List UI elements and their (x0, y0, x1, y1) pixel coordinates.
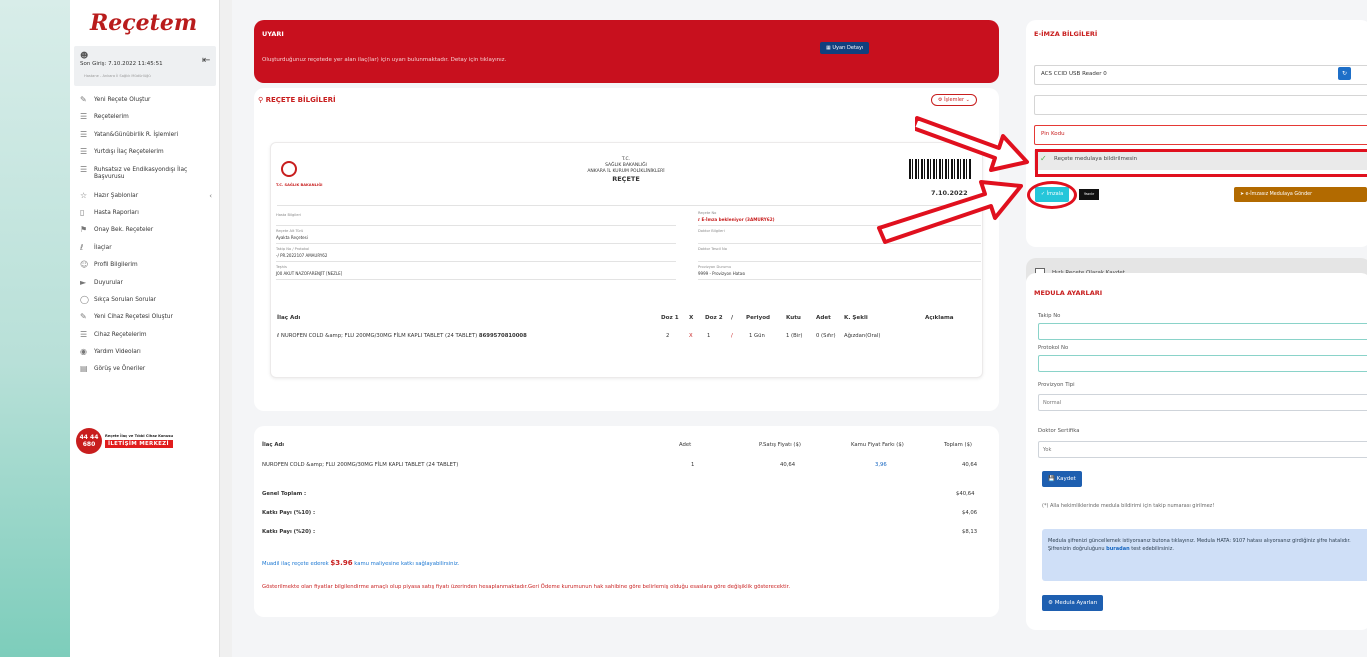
star-icon: ☆ (80, 190, 88, 200)
user-icon: ☻ (80, 51, 89, 60)
sidebar-item-pending[interactable]: ⚑ Onay Bek. Reçeteler (80, 226, 216, 243)
annotation-arrow-1 (915, 116, 1029, 172)
send-without-signature-button[interactable]: ➤ e-İmzasız Medulaya Gönder (1234, 187, 1367, 202)
call-center-logo: 44 44 680 (76, 428, 102, 454)
provizyon-select[interactable]: Normal (1038, 394, 1367, 411)
sidebar-item-unlicensed[interactable]: ☰ Ruhsatsız ve Endikasyondışı İlaç Başvur… (80, 164, 216, 192)
medula-note: (*) Alla hekimliklerinde medula bildirim… (1042, 503, 1215, 509)
sidebar-item-reports[interactable]: ▯ Hasta Raporları (80, 207, 216, 226)
annotation-highlight-box (1035, 149, 1367, 177)
video-icon: ◉ (80, 347, 87, 357)
sidebar-item-feedback[interactable]: ▤ Görüş ve Öneriler (80, 365, 216, 382)
annotation-arrow-2 (877, 180, 1023, 244)
edit-icon: ✎ (80, 312, 87, 322)
medula-settings-button[interactable]: ⚙ Medula Ayarları (1042, 595, 1104, 611)
organization-text: Hastane - Ankara İl Sağlık Müdürlüğü (84, 74, 151, 78)
search-icon: ⚲ (258, 96, 264, 104)
sidebar-item-announcements[interactable]: ► Duyurular (80, 277, 216, 296)
e-signature-title: E-İMZA BİLGİLERİ (1034, 30, 1098, 38)
price-disclaimer: Gösterilmekte olan fiyatlar bilgilendirm… (262, 584, 791, 590)
call-center-badge[interactable]: 44 44 680 Reçete İlaç ve Tıbbi Cihaz Kon… (76, 428, 206, 454)
sidebar-item-prescriptions[interactable]: ☰ Reçetelerim (80, 113, 216, 130)
chat-icon: ▤ (80, 364, 88, 374)
sidebar-item-new-device[interactable]: ✎ Yeni Cihaz Reçetesi Oluştur (80, 313, 216, 330)
login-info: ☻ Son Giriş: 7.10.2022 11:45:51 Hastane … (74, 46, 216, 86)
takip-no-input[interactable] (1038, 323, 1367, 340)
medula-title: MEDULA AYARLARI (1034, 289, 1103, 297)
warning-banner[interactable]: UYARI Oluşturduğunuz reçetede yer alan i… (254, 20, 999, 83)
save-button[interactable]: 💾 Kaydet (1042, 471, 1082, 487)
chevron-left-icon: ‹ (209, 191, 212, 200)
warning-detail-button[interactable]: ▦ Uyarı Detayı (820, 42, 870, 54)
edit-icon: ✎ (80, 95, 87, 104)
print-button[interactable]: Yazdır (1079, 189, 1099, 200)
background-panel (0, 0, 70, 657)
sidebar-item-videos[interactable]: ◉ Yardım Videoları (80, 348, 216, 365)
flag-icon: ⚑ (80, 225, 88, 235)
pin-code-input[interactable]: Pin Kodu (1034, 125, 1367, 145)
sidebar-menu: ✎ Yeni Reçete Oluştur ☰ Reçetelerim ☰ Yatan… (80, 96, 216, 383)
protokol-no-input[interactable] (1038, 355, 1367, 372)
sidebar-item-inpatient[interactable]: ☰ Yatan&Günübirlik R. İşlemleri (80, 129, 216, 148)
last-login-text: Son Giriş: 7.10.2022 11:45:51 (80, 61, 163, 67)
user-icon: ☺ (80, 260, 89, 270)
card-reader-select[interactable]: ACS CCID USB Reader 0 (1034, 65, 1367, 85)
document-icon: ▯ (80, 207, 85, 217)
logout-icon[interactable]: ⇤ (202, 55, 210, 66)
help-icon: ◯ (80, 294, 89, 304)
actions-dropdown[interactable]: ⚙ İşlemler ⌄ (931, 94, 977, 106)
sidebar: Reçetem ☻ Son Giriş: 7.10.2022 11:45:51 … (70, 0, 220, 657)
prescription-card: ⚲ REÇETE BİLGİLERİ ⚙ İşlemler ⌄ T.C. SAĞ… (254, 88, 999, 411)
list-icon: ☰ (80, 329, 88, 339)
test-link[interactable]: buradan (1106, 546, 1130, 552)
medula-settings-card: MEDULA AYARLARI Takip No Protokol No Pro… (1026, 273, 1367, 630)
list-icon: ☰ (80, 112, 88, 122)
sidebar-item-drugs[interactable]: ℓ İlaçlar (80, 242, 216, 261)
certificate-select[interactable] (1034, 95, 1367, 115)
refresh-icon[interactable]: ↻ (1338, 67, 1351, 80)
warning-title: UYARI (262, 30, 284, 38)
divider (220, 0, 232, 657)
annotation-circle (1027, 181, 1077, 209)
medula-info-box: Medula şifrenizi güncellemek istiyorsanı… (1042, 529, 1367, 581)
e-signature-card: E-İMZA BİLGİLERİ ACS CCID USB Reader 0 ↻… (1026, 20, 1367, 247)
ministry-logo (281, 161, 297, 177)
app-logo[interactable]: Reçetem (90, 10, 197, 36)
list-icon: ☰ (80, 147, 88, 157)
sidebar-item-abroad[interactable]: ☰ Yurtdışı İlaç Reçetelerim (80, 148, 216, 165)
sidebar-item-new-prescription[interactable]: ✎ Yeni Reçete Oluştur (80, 96, 216, 113)
generic-drug-note: Muadil ilaç reçete ederek $3.96 kamu mal… (262, 559, 460, 567)
list-icon: ☰ (80, 164, 88, 174)
prescription-title: ⚲ REÇETE BİLGİLERİ (258, 96, 336, 104)
megaphone-icon: ► (80, 277, 87, 287)
drug-name: ℓ NUROFEN COLD &amp; FLU 200MG/30MG FİLM… (277, 333, 527, 339)
document-header: T.C. SAĞLIK BAKANLIĞI ANKARA İL KURUM PO… (587, 157, 665, 183)
e-signature-status: ℓ E-İmza bekleniyor (3AMURY62) (698, 217, 775, 222)
pill-icon: ℓ (80, 242, 84, 252)
sertifika-select[interactable]: Yok (1038, 441, 1367, 458)
list-icon: ☰ (80, 129, 88, 139)
sidebar-item-profile[interactable]: ☺ Profil Bilgilerim (80, 261, 216, 278)
price-summary-card: İlaç Adı Adet P.Satış Fiyatı ($) Kamu Fi… (254, 426, 999, 617)
sidebar-item-devices[interactable]: ☰ Cihaz Reçetelerim (80, 329, 216, 348)
sidebar-item-faq[interactable]: ◯ Sıkça Sorulan Sorular (80, 294, 216, 313)
sidebar-item-templates[interactable]: ☆ Hazır Şablonlar ‹ (80, 190, 216, 209)
warning-text[interactable]: Oluşturduğunuz reçetede yer alan ilaç(la… (262, 57, 506, 63)
